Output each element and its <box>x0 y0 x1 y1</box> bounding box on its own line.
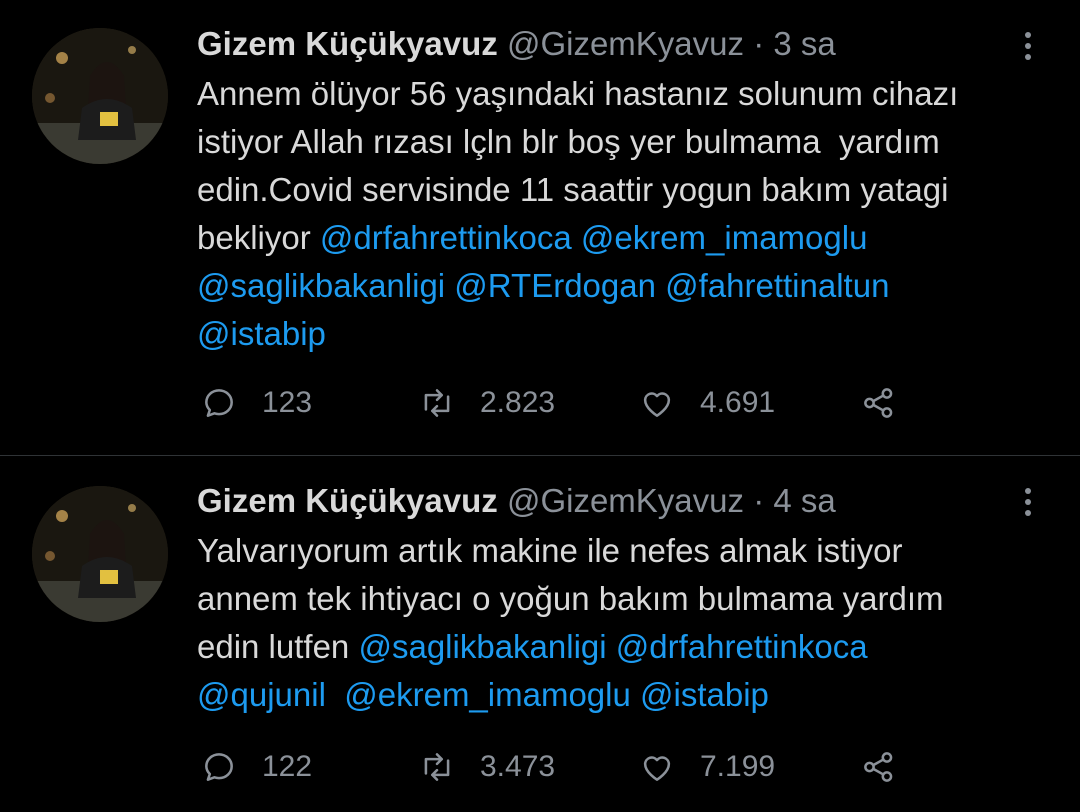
avatar-photo <box>32 486 168 622</box>
tweet-text-line: annem tek ihtiyacı o yoğun bakım bulmama… <box>197 575 1067 623</box>
reply-icon <box>205 753 233 781</box>
mention-link[interactable]: @istabip <box>197 315 326 352</box>
tweet-actions: 123 2.823 4.691 <box>200 383 920 423</box>
tweet[interactable]: Gizem Küçükyavuz @GizemKyavuz · 4 sa Yal… <box>0 456 1080 812</box>
tweet-text-segment: edin lutfen <box>197 628 359 665</box>
avatar[interactable] <box>32 28 168 164</box>
avatar[interactable] <box>32 486 168 622</box>
retweet-icon <box>424 753 450 781</box>
tweet-text-line: edin.Covid servisinde 11 saattir yogun b… <box>197 166 1067 214</box>
tweet[interactable]: Gizem Küçükyavuz @GizemKyavuz · 3 sa Ann… <box>0 0 1080 455</box>
user-handle[interactable]: @GizemKyavuz <box>507 482 744 519</box>
tweet-text: Yalvarıyorum artık makine ile nefes alma… <box>197 527 1067 719</box>
reply-icon <box>205 389 233 417</box>
retweet-count: 3.473 <box>480 750 556 783</box>
avatar-photo <box>32 28 168 164</box>
separator-dot: · <box>753 25 765 62</box>
tweet-text-line: @istabip <box>197 310 1067 358</box>
tweet-text-segment: istiyor Allah rızası lçln blr boş yer bu… <box>197 123 940 160</box>
more-options-icon[interactable] <box>1016 484 1040 524</box>
tweet-text-segment: annem tek ihtiyacı o yoğun bakım bulmama… <box>197 580 944 617</box>
timestamp[interactable]: 4 sa <box>773 482 835 519</box>
mention-link[interactable]: @qujunil @ekrem_imamoglu @istabip <box>197 676 769 713</box>
reply-count: 123 <box>262 386 313 419</box>
tweet-text-line: Annem ölüyor 56 yaşındaki hastanız solun… <box>197 70 1067 118</box>
retweet-count: 2.823 <box>480 386 556 419</box>
display-name[interactable]: Gizem Küçükyavuz <box>197 482 498 519</box>
tweet-text-segment: Annem ölüyor 56 yaşındaki hastanız solun… <box>197 75 959 112</box>
mention-link[interactable]: @saglikbakanligi @RTErdogan @fahrettinal… <box>197 267 889 304</box>
tweet-text-line: edin lutfen @saglikbakanligi @drfahretti… <box>197 623 1067 671</box>
separator-dot: · <box>753 482 765 519</box>
tweet-text-segment: Yalvarıyorum artık makine ile nefes alma… <box>197 532 903 569</box>
like-button[interactable]: 4.691 <box>638 383 775 423</box>
tweet-text-line: @saglikbakanligi @RTErdogan @fahrettinal… <box>197 262 1067 310</box>
tweet-actions: 122 3.473 7.199 <box>200 747 920 787</box>
tweet-text-line: @qujunil @ekrem_imamoglu @istabip <box>197 671 1067 719</box>
like-count: 4.691 <box>700 386 776 419</box>
share-icon <box>864 388 893 418</box>
timestamp[interactable]: 3 sa <box>773 25 835 62</box>
like-button[interactable]: 7.199 <box>638 747 775 787</box>
more-options-icon[interactable] <box>1016 28 1040 68</box>
display-name[interactable]: Gizem Küçükyavuz <box>197 25 498 62</box>
tweet-header: Gizem Küçükyavuz @GizemKyavuz · 3 sa <box>197 24 836 64</box>
tweet-text-segment: bekliyor <box>197 219 320 256</box>
share-icon <box>864 752 893 782</box>
retweet-icon <box>424 389 450 417</box>
like-count: 7.199 <box>700 750 776 783</box>
reply-button[interactable]: 123 <box>200 383 312 423</box>
tweet-header: Gizem Küçükyavuz @GizemKyavuz · 4 sa <box>197 481 836 521</box>
tweet-text-line: istiyor Allah rızası lçln blr boş yer bu… <box>197 118 1067 166</box>
share-button[interactable] <box>860 383 898 423</box>
mention-link[interactable]: @saglikbakanligi @drfahrettinkoca <box>358 628 867 665</box>
reply-count: 122 <box>262 750 313 783</box>
tweet-text-line: Yalvarıyorum artık makine ile nefes alma… <box>197 527 1067 575</box>
tweet-text-segment: edin.Covid servisinde 11 saattir yogun b… <box>197 171 949 208</box>
tweet-text: Annem ölüyor 56 yaşındaki hastanız solun… <box>197 70 1067 358</box>
reply-button[interactable]: 122 <box>200 747 312 787</box>
like-icon <box>643 392 671 417</box>
like-icon <box>643 756 671 781</box>
tweet-text-line: bekliyor @drfahrettinkoca @ekrem_imamogl… <box>197 214 1067 262</box>
retweet-button[interactable]: 3.473 <box>418 747 555 787</box>
share-button[interactable] <box>860 747 898 787</box>
mention-link[interactable]: @drfahrettinkoca @ekrem_imamoglu <box>320 219 868 256</box>
retweet-button[interactable]: 2.823 <box>418 383 555 423</box>
user-handle[interactable]: @GizemKyavuz <box>507 25 744 62</box>
